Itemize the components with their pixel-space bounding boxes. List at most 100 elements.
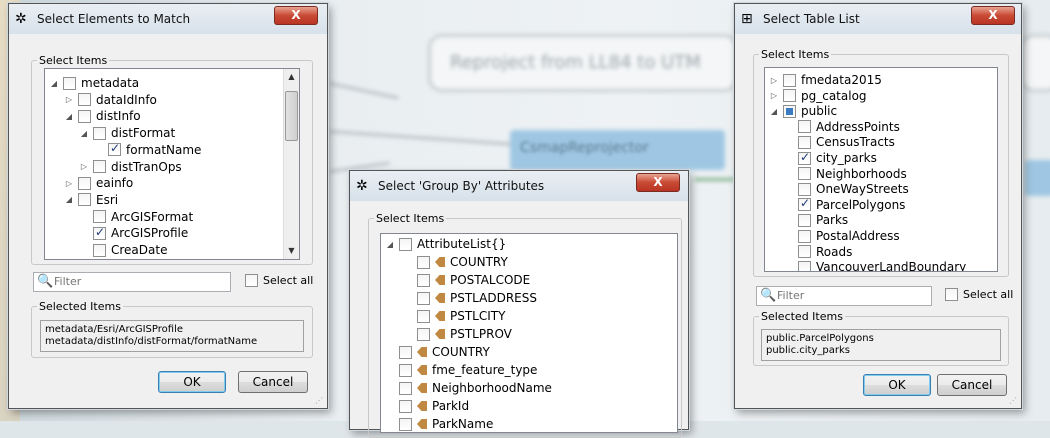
- tree-row[interactable]: ◢ Esri: [64, 192, 118, 208]
- tree-row[interactable]: fme_feature_type: [385, 362, 537, 378]
- resize-grip-icon[interactable]: ⋰: [1009, 396, 1019, 406]
- tree-row[interactable]: Neighborhoods: [784, 166, 907, 182]
- ok-button[interactable]: OK: [863, 374, 931, 396]
- select-all-box[interactable]: [245, 274, 258, 287]
- tree-row[interactable]: AddressPoints: [784, 119, 900, 135]
- row-checkbox[interactable]: [78, 193, 91, 207]
- tree-row[interactable]: ◢ AttributeList{}: [385, 236, 506, 252]
- expand-arrow-down-icon[interactable]: ◢: [64, 112, 74, 121]
- filter-input[interactable]: [54, 275, 226, 288]
- row-checkbox[interactable]: [798, 135, 811, 149]
- filter-box[interactable]: 🔍: [33, 272, 231, 292]
- row-checkbox[interactable]: [417, 327, 430, 341]
- row-checkbox[interactable]: [417, 309, 430, 323]
- row-checkbox[interactable]: [798, 167, 811, 181]
- tree-row[interactable]: Roads: [784, 244, 852, 260]
- tree-row[interactable]: ParkId: [385, 398, 469, 414]
- expand-arrow-right-icon[interactable]: ▷: [769, 91, 779, 100]
- expand-arrow-down-icon[interactable]: ◢: [49, 79, 59, 88]
- tree-row[interactable]: COUNTRY: [403, 254, 508, 270]
- expand-arrow-right-icon[interactable]: ▷: [769, 76, 779, 85]
- tree-row[interactable]: PSTLCITY: [403, 308, 505, 324]
- tree-row[interactable]: COUNTRY: [385, 344, 490, 360]
- row-checkbox[interactable]: [399, 237, 412, 251]
- row-checkbox[interactable]: [798, 245, 811, 259]
- scroll-thumb[interactable]: [285, 91, 298, 141]
- dialog-titlebar[interactable]: ✲ Select Elements to Match X: [9, 4, 327, 34]
- tree-row[interactable]: ▷ distTranOps: [79, 159, 182, 175]
- tree-row[interactable]: ▷ pg_catalog: [769, 88, 867, 104]
- row-checkbox[interactable]: [798, 150, 811, 165]
- tree-row[interactable]: CensusTracts: [784, 134, 895, 150]
- row-checkbox[interactable]: [798, 213, 811, 227]
- tree-row[interactable]: ParcelPolygons: [784, 196, 905, 213]
- tree-row[interactable]: ◢ metadata: [49, 75, 139, 91]
- row-checkbox[interactable]: [417, 291, 430, 305]
- tree-row[interactable]: VancouverLandBoundary: [784, 259, 966, 271]
- close-button[interactable]: X: [636, 173, 680, 192]
- scroll-up-icon[interactable]: ▲: [284, 69, 299, 85]
- tree-row[interactable]: ◢ distInfo: [64, 108, 141, 124]
- tree-row[interactable]: PostalAddress: [784, 228, 900, 244]
- tree-row[interactable]: NeighborhoodName: [385, 380, 552, 396]
- row-checkbox[interactable]: [93, 160, 106, 173]
- row-checkbox[interactable]: [63, 76, 76, 90]
- row-checkbox[interactable]: [798, 196, 811, 212]
- row-checkbox[interactable]: [798, 182, 811, 196]
- row-checkbox[interactable]: [93, 126, 106, 140]
- attribute-tree[interactable]: ◢ AttributeList{} COUNTRY POSTALCODE PSTLADD…: [380, 233, 678, 433]
- select-all-checkbox[interactable]: Select all: [245, 274, 313, 287]
- cancel-button[interactable]: Cancel: [238, 371, 308, 393]
- row-checkbox[interactable]: [399, 363, 412, 377]
- row-checkbox[interactable]: [783, 73, 796, 87]
- row-checkbox[interactable]: [108, 141, 121, 157]
- expand-arrow-down-icon[interactable]: ◢: [769, 107, 779, 116]
- row-checkbox[interactable]: [798, 260, 811, 271]
- tree-row[interactable]: ParkName: [385, 416, 493, 432]
- cancel-button[interactable]: Cancel: [937, 374, 1007, 396]
- select-all-checkbox[interactable]: Select all: [945, 288, 1013, 301]
- row-checkbox[interactable]: [78, 93, 91, 107]
- tree-row[interactable]: PSTLADDRESS: [403, 290, 537, 306]
- select-all-box[interactable]: [945, 288, 958, 301]
- expand-arrow-right-icon[interactable]: ▷: [64, 179, 74, 188]
- ok-button[interactable]: OK: [158, 371, 226, 393]
- tree-row[interactable]: ▷ eainfo: [64, 175, 133, 191]
- row-checkbox[interactable]: [93, 225, 106, 240]
- row-checkbox[interactable]: [399, 381, 412, 395]
- scroll-down-icon[interactable]: ▼: [284, 243, 299, 259]
- close-button[interactable]: X: [971, 6, 1015, 25]
- row-checkbox[interactable]: [798, 120, 811, 134]
- tree-row[interactable]: ◢ public: [769, 103, 837, 119]
- tree-row[interactable]: city_parks: [784, 150, 877, 166]
- tree-row[interactable]: Parks: [784, 212, 848, 228]
- tree-row[interactable]: POSTALCODE: [403, 272, 530, 288]
- row-checkbox[interactable]: [798, 229, 811, 243]
- resize-grip-icon[interactable]: ⋰: [315, 396, 325, 406]
- tree-row[interactable]: ArcGISProfile: [79, 225, 188, 241]
- expand-arrow-down-icon[interactable]: ◢: [64, 195, 74, 204]
- row-checkbox[interactable]: [93, 243, 106, 257]
- tree-row[interactable]: ▷ dataIdInfo: [64, 92, 157, 108]
- element-tree[interactable]: ▲ ▼ ◢ metadata ▷ dataIdInfo ◢ distInfo ◢ distFo…: [44, 68, 300, 260]
- expand-arrow-right-icon[interactable]: ▷: [79, 162, 89, 171]
- tree-row[interactable]: ◢ distFormat: [79, 125, 175, 141]
- row-checkbox[interactable]: [399, 417, 412, 431]
- row-checkbox[interactable]: [78, 176, 91, 190]
- row-checkbox[interactable]: [399, 345, 412, 359]
- row-checkbox[interactable]: [417, 255, 430, 269]
- tree-scrollbar[interactable]: ▲ ▼: [283, 69, 299, 259]
- row-checkbox[interactable]: [93, 210, 106, 224]
- expand-arrow-right-icon[interactable]: ▷: [64, 95, 74, 104]
- dialog-titlebar[interactable]: ⊞ Select Table List X: [735, 4, 1021, 34]
- row-checkbox[interactable]: [417, 273, 430, 287]
- row-checkbox[interactable]: [783, 89, 796, 103]
- row-checkbox[interactable]: [399, 399, 412, 413]
- tree-row[interactable]: ArcGISFormat: [79, 209, 193, 225]
- tree-row[interactable]: PSTLPROV: [403, 326, 512, 342]
- tree-row[interactable]: CreaDate: [79, 242, 167, 258]
- tree-row[interactable]: OneWayStreets: [784, 181, 909, 197]
- filter-box[interactable]: 🔍: [756, 286, 932, 306]
- row-checkbox[interactable]: [78, 109, 91, 123]
- tree-row[interactable]: formatName: [94, 141, 201, 158]
